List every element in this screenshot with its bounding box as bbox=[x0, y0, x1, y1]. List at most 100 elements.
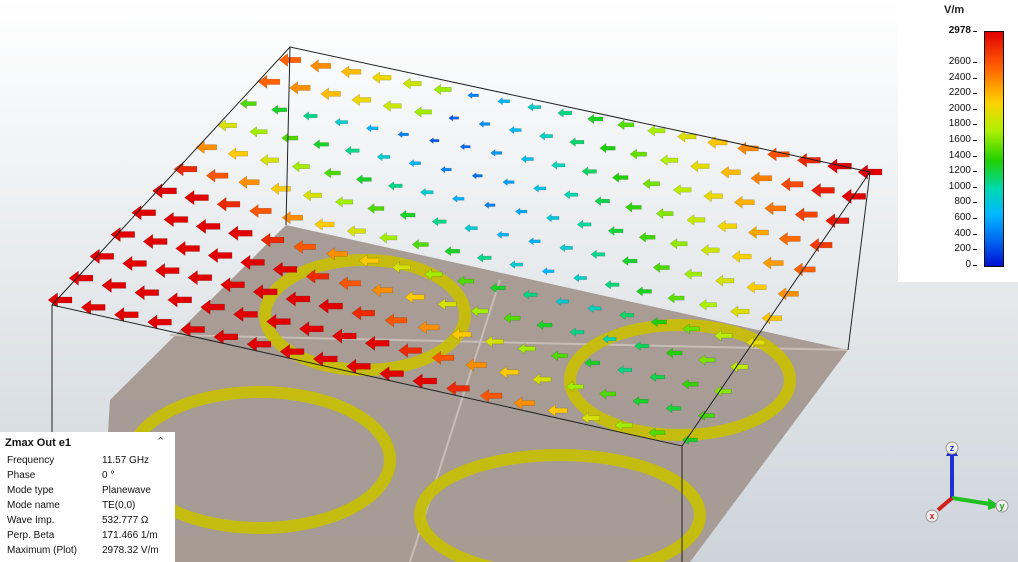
field-arrow bbox=[291, 160, 310, 173]
field-arrow bbox=[611, 172, 629, 183]
field-arrow bbox=[207, 247, 233, 264]
field-arrow bbox=[154, 262, 180, 279]
info-value: Planewave bbox=[102, 485, 151, 496]
field-arrow bbox=[355, 174, 372, 185]
field-arrow bbox=[599, 142, 616, 154]
field-arrow bbox=[205, 168, 229, 183]
info-title: Zmax Out e1 bbox=[5, 437, 72, 449]
field-arrow bbox=[533, 184, 547, 193]
field-arrow bbox=[652, 262, 670, 273]
info-label: Frequency bbox=[7, 455, 55, 466]
info-label: Phase bbox=[7, 470, 36, 481]
field-arrow bbox=[323, 167, 341, 179]
field-arrow bbox=[411, 239, 429, 250]
legend-tick: 800 bbox=[941, 196, 977, 207]
field-arrow bbox=[351, 93, 372, 107]
info-value: TE(0,0) bbox=[102, 500, 136, 511]
field-arrow bbox=[569, 137, 585, 147]
field-arrow bbox=[669, 238, 688, 250]
field-arrow bbox=[825, 213, 850, 229]
field-arrow bbox=[399, 209, 416, 221]
field-arrow bbox=[655, 208, 674, 220]
field-arrow bbox=[101, 277, 127, 294]
field-arrow bbox=[689, 160, 710, 173]
field-arrow bbox=[750, 171, 773, 186]
field-arrow bbox=[698, 299, 717, 311]
field-arrow bbox=[703, 189, 724, 203]
info-label: Perp. Beta bbox=[7, 530, 55, 541]
field-arrow bbox=[667, 292, 685, 304]
field-arrow bbox=[683, 268, 702, 280]
field-arrow bbox=[642, 178, 660, 190]
field-arrow bbox=[289, 81, 311, 95]
field-arrow bbox=[590, 249, 606, 260]
field-arrow bbox=[476, 253, 492, 263]
field-arrow bbox=[594, 196, 610, 206]
info-label: Maximum (Plot) bbox=[7, 545, 78, 556]
field-arrow bbox=[545, 213, 560, 223]
field-arrow bbox=[281, 132, 299, 144]
field-arrow bbox=[431, 216, 447, 227]
field-arrow bbox=[259, 154, 279, 167]
field-arrow bbox=[175, 240, 200, 257]
legend-tick: 400 bbox=[941, 228, 977, 239]
field-arrow bbox=[635, 286, 652, 297]
field-arrow bbox=[762, 256, 784, 270]
info-value: 11.57 GHz bbox=[102, 455, 150, 466]
field-arrow bbox=[587, 113, 604, 125]
field-arrow bbox=[730, 305, 750, 318]
legend-tick: 2400 bbox=[941, 72, 977, 83]
field-arrow bbox=[541, 267, 555, 276]
field-arrow bbox=[617, 119, 635, 131]
field-arrow bbox=[514, 207, 528, 216]
field-arrow bbox=[471, 172, 483, 180]
field-arrow bbox=[793, 262, 816, 277]
legend-tick: 2600 bbox=[941, 56, 977, 67]
field-arrow bbox=[195, 218, 221, 235]
field-arrow bbox=[810, 182, 835, 198]
field-arrow bbox=[467, 91, 479, 100]
field-arrow bbox=[376, 152, 391, 162]
field-arrow bbox=[508, 125, 522, 135]
legend-tick: 600 bbox=[941, 212, 977, 223]
field-arrow bbox=[746, 280, 767, 294]
field-arrow bbox=[490, 149, 503, 157]
info-label: Wave Imp. bbox=[7, 515, 55, 526]
field-arrow bbox=[778, 231, 801, 246]
field-arrow bbox=[559, 243, 573, 253]
field-arrow bbox=[382, 99, 402, 112]
field-arrow bbox=[659, 154, 679, 167]
field-arrow bbox=[346, 225, 366, 238]
field-arrow bbox=[239, 98, 257, 110]
field-arrow bbox=[502, 178, 515, 187]
y-axis-line bbox=[951, 496, 991, 506]
info-value: 532.777 Ω bbox=[102, 515, 149, 526]
axes-gizmo: z y x bbox=[925, 441, 1009, 523]
field-arrow bbox=[459, 143, 471, 151]
port-info-panel: Zmax Out e1 ⌃ Frequency 11.57 GHz Phase 0 °… bbox=[0, 432, 175, 562]
info-label: Mode name bbox=[7, 500, 60, 511]
field-arrow bbox=[167, 292, 192, 308]
legend-tick: 1400 bbox=[941, 150, 977, 161]
field-arrow bbox=[408, 159, 421, 168]
field-arrow bbox=[707, 136, 728, 149]
legend-tick-max: 2978 bbox=[941, 25, 977, 36]
legend-color-bar bbox=[984, 31, 1004, 267]
field-arrow bbox=[794, 207, 818, 222]
field-arrow bbox=[402, 77, 422, 90]
field-arrow bbox=[419, 187, 434, 197]
collapse-icon[interactable]: ⌃ bbox=[156, 435, 165, 448]
field-arrow bbox=[302, 111, 318, 121]
field-arrow bbox=[629, 148, 647, 160]
legend-tick: 2000 bbox=[941, 103, 977, 114]
field-arrow bbox=[365, 124, 379, 133]
field-arrow bbox=[131, 205, 156, 221]
field-arrow bbox=[302, 189, 322, 202]
info-value: 0 ° bbox=[102, 470, 115, 481]
field-arrow bbox=[122, 255, 147, 272]
field-arrow bbox=[428, 137, 440, 144]
field-arrow bbox=[720, 165, 741, 179]
field-arrow bbox=[520, 154, 534, 164]
field-arrow bbox=[717, 219, 738, 233]
x-label: x bbox=[929, 511, 934, 521]
